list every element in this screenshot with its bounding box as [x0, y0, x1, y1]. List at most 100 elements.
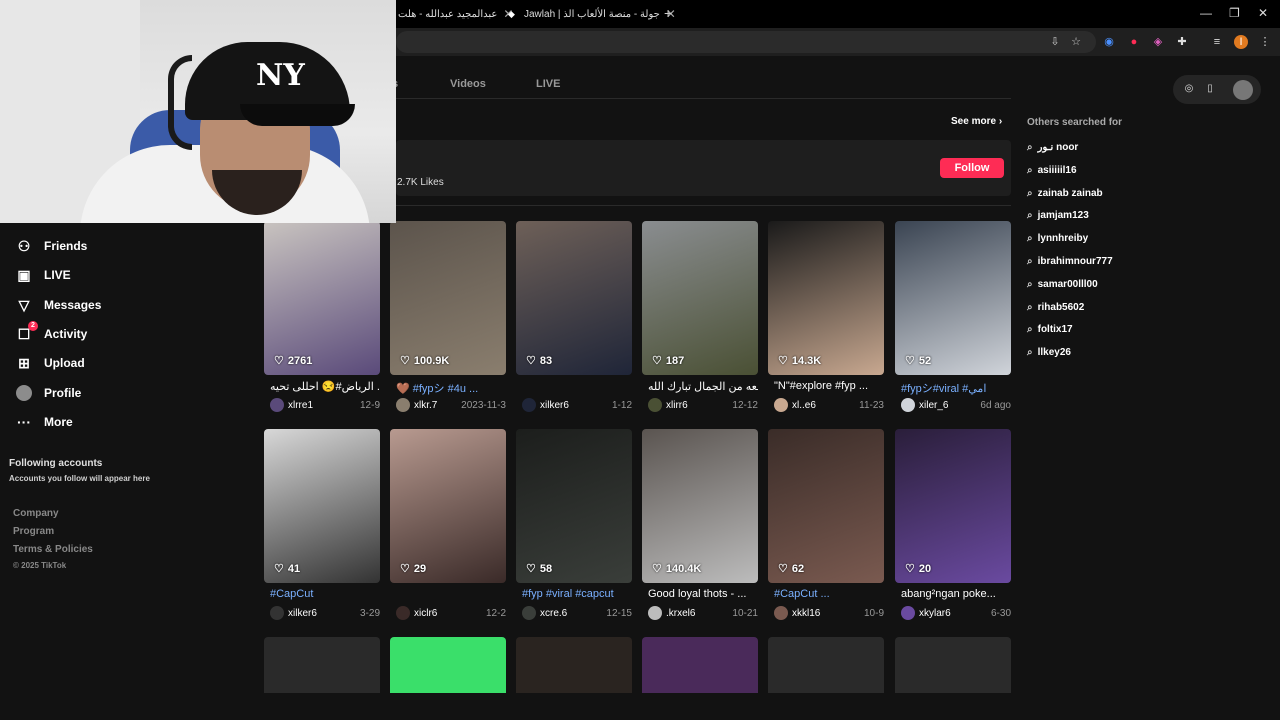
- video-thumbnail[interactable]: ♡ 14.3K: [768, 221, 884, 375]
- sidebar-item-activity[interactable]: ☐ 2 Activity: [16, 321, 87, 345]
- search-suggestion[interactable]: ⌕ rihab5602: [1027, 302, 1084, 313]
- tab-live[interactable]: LIVE: [536, 78, 560, 90]
- sidebar-item-live[interactable]: ▣ LIVE: [16, 264, 70, 286]
- video-caption[interactable]: "N"#explore #fyp ...: [774, 380, 884, 392]
- video-thumbnail[interactable]: ♡ 41: [264, 429, 380, 583]
- video-caption[interactable]: #fypシ#viral #امي: [901, 380, 1011, 396]
- search-icon: ⌕: [1027, 187, 1033, 199]
- close-window-button[interactable]: ✕: [1258, 6, 1268, 20]
- video-author[interactable]: xlirr6: [666, 400, 732, 411]
- video-thumbnail[interactable]: [768, 637, 884, 693]
- video-thumbnail[interactable]: ♡ 58: [516, 429, 632, 583]
- video-caption[interactable]: 🤎 #fypシ #4u ...: [396, 380, 506, 396]
- video-thumbnail[interactable]: ♡ 52: [895, 221, 1011, 375]
- avatar[interactable]: [648, 606, 662, 620]
- avatar[interactable]: [774, 606, 788, 620]
- sidebar-item-messages[interactable]: ▽ Messages: [16, 294, 102, 316]
- search-suggestion[interactable]: ⌕ نـور noor: [1027, 142, 1078, 153]
- avatar[interactable]: [270, 606, 284, 620]
- media-control-icon[interactable]: ≡: [1210, 35, 1224, 49]
- see-more-link[interactable]: See more ›: [951, 116, 1002, 127]
- extension-icon[interactable]: ●: [1127, 35, 1141, 49]
- avatar[interactable]: [901, 398, 915, 412]
- video-author[interactable]: .krxel6: [666, 608, 732, 619]
- tab-videos[interactable]: Videos: [450, 78, 486, 90]
- restore-button[interactable]: ❐: [1229, 6, 1240, 20]
- video-thumbnail[interactable]: [264, 637, 380, 693]
- video-caption[interactable]: #CapCut ...: [774, 588, 884, 600]
- browser-menu-icon[interactable]: ⋮: [1258, 35, 1272, 49]
- video-thumbnail[interactable]: [642, 637, 758, 693]
- address-field[interactable]: [396, 31, 1096, 53]
- sidebar-item-upload[interactable]: ⊞ Upload: [16, 352, 85, 374]
- search-suggestion[interactable]: ⌕ zainab zainab: [1027, 188, 1103, 199]
- search-suggestion[interactable]: ⌕ lynnhreiby: [1027, 233, 1088, 244]
- sidebar-item-friends[interactable]: ⚇ Friends: [16, 235, 88, 257]
- video-caption[interactable]: قطعه من الجمال تبارك الله: [648, 380, 758, 393]
- browser-profile-avatar[interactable]: I: [1234, 35, 1248, 49]
- browser-tab-2[interactable]: ◆ Jawlah | جولة - منصة الألعاب الذ ✕: [508, 4, 676, 24]
- avatar[interactable]: [270, 398, 284, 412]
- avatar[interactable]: [648, 398, 662, 412]
- video-author[interactable]: xlkr.7: [414, 400, 461, 411]
- search-suggestion[interactable]: ⌕ ibrahimnour777: [1027, 256, 1113, 267]
- avatar[interactable]: [522, 606, 536, 620]
- minimize-button[interactable]: —: [1200, 6, 1212, 20]
- extensions-puzzle-icon[interactable]: ✚: [1175, 35, 1189, 49]
- browser-tab-1[interactable]: عبدالمجيد عبدالله - هلت ✕: [398, 4, 513, 24]
- footer-program-link[interactable]: Program: [13, 526, 54, 537]
- video-author[interactable]: xilker6: [540, 400, 612, 411]
- search-suggestion[interactable]: ⌕ samar00lll00: [1027, 279, 1098, 290]
- video-caption[interactable]: Good loyal thots - ...: [648, 588, 758, 600]
- search-suggestion[interactable]: ⌕ foltix17: [1027, 324, 1073, 335]
- heart-icon: ♡: [778, 563, 788, 575]
- video-author[interactable]: xlrre1: [288, 400, 360, 411]
- video-thumbnail[interactable]: ♡ 83: [516, 221, 632, 375]
- video-author[interactable]: xiler_6: [919, 400, 980, 411]
- search-suggestion[interactable]: ⌕ asiiiiil16: [1027, 165, 1077, 176]
- new-tab-button[interactable]: +: [664, 5, 672, 21]
- video-thumbnail[interactable]: [895, 637, 1011, 693]
- avatar[interactable]: [774, 398, 788, 412]
- avatar[interactable]: [396, 398, 410, 412]
- video-thumbnail[interactable]: ♡ 20: [895, 429, 1011, 583]
- bookmark-star-icon[interactable]: ☆: [1069, 35, 1083, 49]
- video-author[interactable]: xcre.6: [540, 608, 606, 619]
- like-count-value: 14.3K: [791, 354, 822, 367]
- compass-icon[interactable]: ◎: [1183, 83, 1195, 95]
- friends-icon: ⚇: [17, 238, 31, 254]
- user-avatar[interactable]: [1233, 80, 1253, 100]
- avatar[interactable]: [396, 606, 410, 620]
- footer-terms-link[interactable]: Terms & Policies: [13, 544, 93, 555]
- video-author[interactable]: xl..e6: [792, 400, 859, 411]
- video-caption[interactable]: abang²ngan poke...: [901, 588, 1011, 600]
- video-thumbnail[interactable]: ♡ 100.9K: [390, 221, 506, 375]
- video-caption[interactable]: #fyp #viral #capcut: [522, 588, 632, 600]
- video-caption[interactable]: #CapCut: [270, 588, 380, 600]
- follow-button[interactable]: Follow: [940, 158, 1004, 178]
- video-thumbnail[interactable]: [390, 637, 506, 693]
- video-thumbnail[interactable]: ♡ 29: [390, 429, 506, 583]
- search-suggestion[interactable]: ⌕ llkey26: [1027, 347, 1071, 358]
- extension-icon[interactable]: ◉: [1102, 35, 1116, 49]
- video-author[interactable]: xkylar6: [919, 608, 991, 619]
- sidebar-item-more[interactable]: ··· More: [16, 411, 73, 433]
- video-thumbnail[interactable]: ♡ 187: [642, 221, 758, 375]
- video-author[interactable]: xkkl16: [792, 608, 864, 619]
- video-author[interactable]: xilker6: [288, 608, 360, 619]
- video-author[interactable]: xiclr6: [414, 608, 486, 619]
- footer-company-link[interactable]: Company: [13, 508, 59, 519]
- avatar[interactable]: [522, 398, 536, 412]
- sidebar-item-profile[interactable]: Profile: [16, 382, 81, 404]
- video-thumbnail[interactable]: ♡ 62: [768, 429, 884, 583]
- video-caption[interactable]: الرياض#😒 احللى تحيه ...: [270, 380, 380, 393]
- video-thumbnail[interactable]: ♡ 140.4K: [642, 429, 758, 583]
- search-suggestion[interactable]: ⌕ jamjam123: [1027, 210, 1089, 221]
- account-card[interactable]: [396, 140, 1011, 196]
- video-thumbnail[interactable]: ♡ 2761: [264, 221, 380, 375]
- phone-icon[interactable]: ▯: [1204, 83, 1216, 95]
- video-thumbnail[interactable]: [516, 637, 632, 693]
- install-app-icon[interactable]: ⇩: [1048, 35, 1062, 49]
- avatar[interactable]: [901, 606, 915, 620]
- extension-icon[interactable]: ◈: [1151, 35, 1165, 49]
